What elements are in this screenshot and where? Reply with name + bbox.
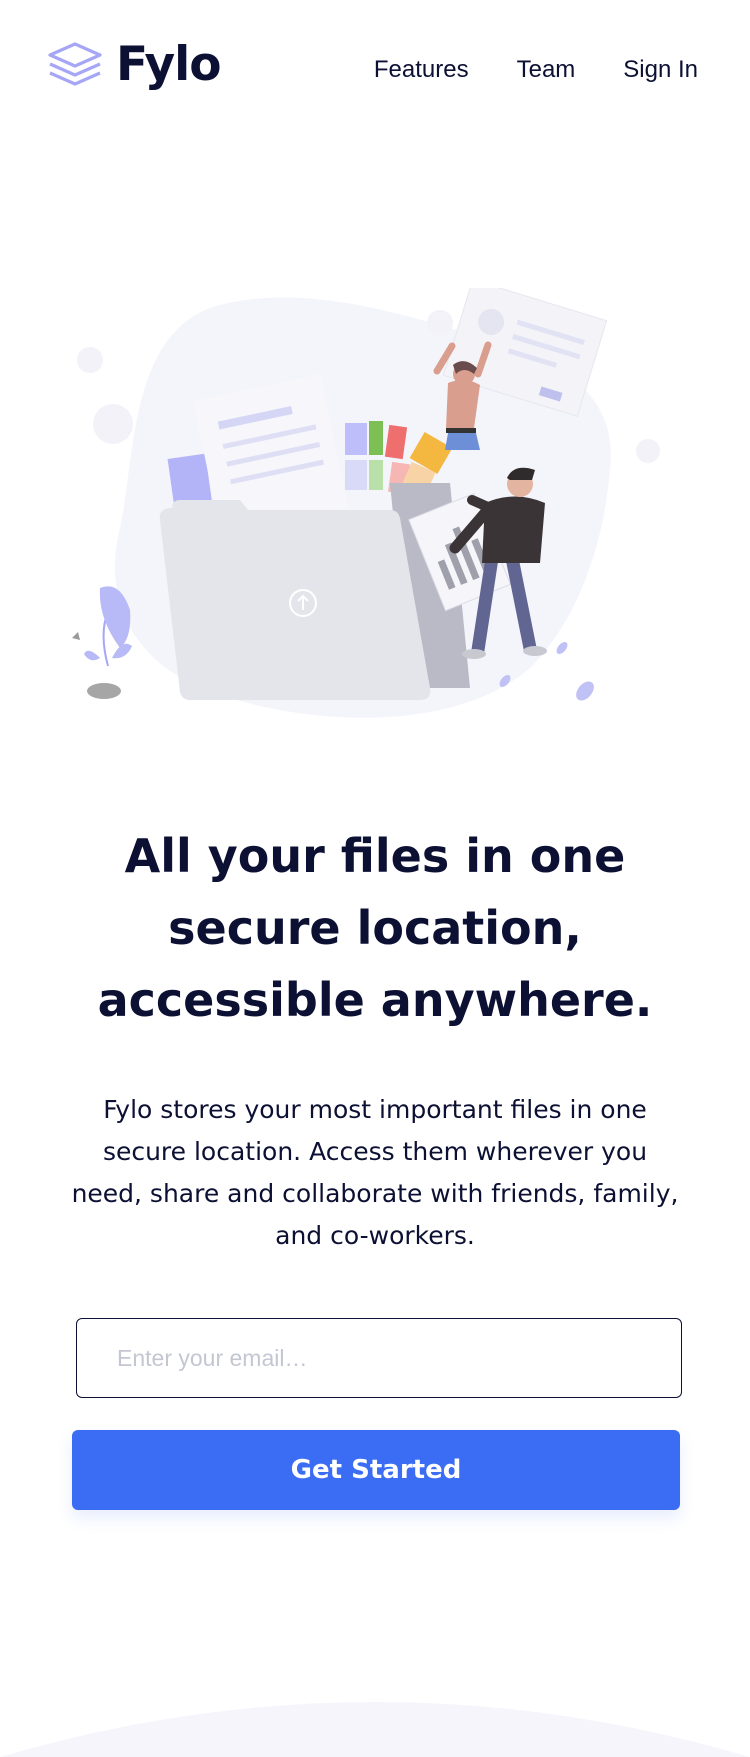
get-started-button[interactable]: Get Started	[72, 1430, 680, 1510]
brand-name: Fylo	[116, 36, 222, 92]
logo[interactable]: Fylo	[46, 36, 222, 92]
hero-headline: All your files in one secure location, a…	[97, 829, 653, 1027]
site-header: Fylo Features Team Sign In	[0, 0, 750, 140]
people-organizing-files-illustration	[72, 288, 660, 718]
bottom-background-curve	[0, 1702, 750, 1757]
nav-link-sign-in[interactable]: Sign In	[623, 56, 698, 85]
hero-lead-text: Fylo stores your most important files in…	[71, 1095, 679, 1250]
nav-link-team[interactable]: Team	[517, 56, 576, 85]
nav-link-features[interactable]: Features	[374, 56, 469, 85]
email-input[interactable]	[76, 1318, 682, 1398]
main-nav: Features Team Sign In	[374, 56, 698, 85]
stacked-layers-icon	[48, 42, 102, 86]
